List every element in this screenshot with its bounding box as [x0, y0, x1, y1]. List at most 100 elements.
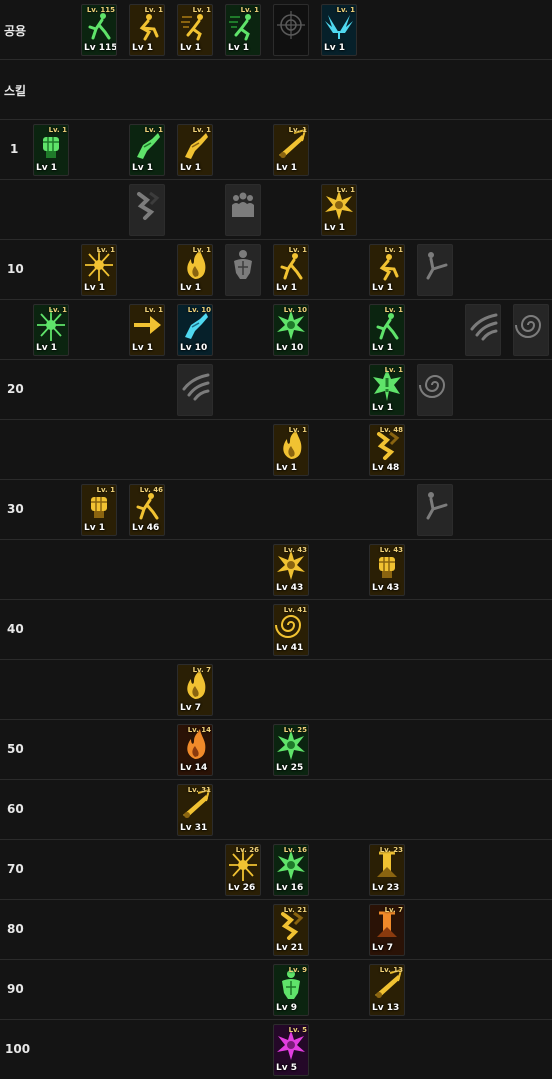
skill-slot[interactable]: Lv. 1 Lv 1	[369, 304, 405, 356]
wind-icon	[470, 313, 498, 341]
skill-row: 90 Lv. 9 Lv 9 Lv. 13 Lv 13	[0, 960, 552, 1020]
skill-level-badge: Lv. 14	[187, 726, 211, 734]
skill-slot[interactable]	[273, 4, 309, 56]
skill-level-label: Lv 5	[276, 1063, 297, 1073]
skill-level-label: Lv 1	[132, 343, 153, 353]
skill-level-badge: Lv. 21	[283, 906, 307, 914]
skill-level-badge: Lv. 1	[384, 246, 403, 254]
skill-slot[interactable]: Lv. 1 Lv 1	[321, 184, 357, 236]
skill-level-badge: Lv. 1	[384, 366, 403, 374]
skill-row: Lv. 1 Lv 1 Lv. 48 Lv 48	[0, 420, 552, 480]
skill-slot[interactable]: Lv. 1 Lv 1	[81, 484, 117, 536]
skill-slot[interactable]: Lv. 1 Lv 1	[177, 244, 213, 296]
skill-slot[interactable]: Lv. 16 Lv 16	[273, 844, 309, 896]
level-label: 60	[7, 802, 24, 816]
skill-slot[interactable]: Lv. 7 Lv 7	[177, 664, 213, 716]
skill-slot[interactable]: Lv. 1 Lv 1	[273, 244, 309, 296]
skill-row: 50 Lv. 14 Lv 14 Lv. 25 Lv 25	[0, 720, 552, 780]
skill-slot[interactable]: Lv. 48 Lv 48	[369, 424, 405, 476]
skill-level-label: Lv 115	[84, 43, 117, 53]
skill-level-badge: Lv. 1	[288, 246, 307, 254]
skill-slot[interactable]: Lv. 43 Lv 43	[369, 544, 405, 596]
skill-slot[interactable]: Lv. 1 Lv 1	[33, 124, 69, 176]
skill-row: 10 Lv. 1 Lv 1 Lv. 1 Lv 1 Lv. 1 Lv 1 Lv. 1 Lv 1	[0, 240, 552, 300]
skill-slot[interactable]	[417, 484, 453, 536]
skill-level-label: Lv 31	[180, 823, 208, 833]
skill-row: Lv. 1 Lv 1	[0, 180, 552, 240]
skill-level-label: Lv 1	[324, 43, 345, 53]
skill-slot[interactable]: Lv. 1 Lv 1	[273, 124, 309, 176]
skill-slot[interactable]	[465, 304, 501, 356]
skill-level-badge: Lv. 115	[86, 6, 115, 14]
skill-level-label: Lv 1	[276, 283, 297, 293]
skill-level-badge: Lv. 1	[288, 426, 307, 434]
skill-level-label: Lv 1	[276, 163, 297, 173]
skill-slot[interactable]: Lv. 25 Lv 25	[273, 724, 309, 776]
skill-slot[interactable]: Lv. 1 Lv 1	[129, 304, 165, 356]
skill-level-label: Lv 25	[276, 763, 304, 773]
skill-slot[interactable]: Lv. 41 Lv 41	[273, 604, 309, 656]
skill-slot[interactable]	[417, 244, 453, 296]
skill-level-badge: Lv. 10	[283, 306, 307, 314]
skill-slot[interactable]: Lv. 46 Lv 46	[129, 484, 165, 536]
skill-slot[interactable]: Lv. 1 Lv 1	[321, 4, 357, 56]
skill-slot[interactable]: Lv. 10 Lv 10	[177, 304, 213, 356]
skill-slot[interactable]: Lv. 5 Lv 5	[273, 1024, 309, 1076]
skill-level-label: Lv 14	[180, 763, 208, 773]
skill-level-label: Lv 21	[276, 943, 304, 953]
skill-level-badge: Lv. 9	[288, 966, 307, 974]
skill-level-label: Lv 1	[132, 163, 153, 173]
skill-slot[interactable]: Lv. 43 Lv 43	[273, 544, 309, 596]
level-label: 20	[7, 382, 24, 396]
skill-slot[interactable]	[225, 184, 261, 236]
skill-slot[interactable]: Lv. 10 Lv 10	[273, 304, 309, 356]
skill-slot[interactable]: Lv. 1 Lv 1	[33, 304, 69, 356]
skill-level-badge: Lv. 1	[144, 6, 163, 14]
skill-slot[interactable]: Lv. 1 Lv 1	[177, 4, 213, 56]
skill-level-label: Lv 1	[180, 43, 201, 53]
skill-slot[interactable]: Lv. 31 Lv 31	[177, 784, 213, 836]
skill-slot[interactable]	[225, 244, 261, 296]
skill-slot[interactable]: Lv. 9 Lv 9	[273, 964, 309, 1016]
skill-row: 40 Lv. 41 Lv 41	[0, 600, 552, 660]
crosshair-icon	[277, 11, 305, 39]
skill-level-label: Lv 1	[180, 163, 201, 173]
skill-slot[interactable]: Lv. 1 Lv 1	[129, 4, 165, 56]
skill-level-label: Lv 26	[228, 883, 256, 893]
skill-level-label: Lv 23	[372, 883, 400, 893]
skill-slot[interactable]	[417, 364, 453, 416]
chain-icon	[137, 191, 160, 220]
skill-level-label: Lv 10	[180, 343, 208, 353]
skill-slot[interactable]: Lv. 7 Lv 7	[369, 904, 405, 956]
skill-level-badge: Lv. 7	[192, 666, 211, 674]
skill-slot[interactable]: Lv. 1 Lv 1	[129, 124, 165, 176]
skill-slot[interactable]: Lv. 1 Lv 1	[369, 364, 405, 416]
skill-level-label: Lv 41	[276, 643, 304, 653]
skill-row: 70 Lv. 26 Lv 26 Lv. 16 Lv 16 Lv. 23 Lv 23	[0, 840, 552, 900]
skill-slot[interactable]: Lv. 21 Lv 21	[273, 904, 309, 956]
skill-slot[interactable]: Lv. 23 Lv 23	[369, 844, 405, 896]
skill-slot[interactable]: Lv. 115 Lv 115	[81, 4, 117, 56]
skill-level-label: Lv 10	[276, 343, 304, 353]
skill-level-label: Lv 1	[180, 283, 201, 293]
skill-slot[interactable]	[129, 184, 165, 236]
skill-slot[interactable]: Lv. 1 Lv 1	[81, 244, 117, 296]
skill-row: Lv. 7 Lv 7	[0, 660, 552, 720]
wind-icon	[182, 373, 210, 401]
skill-level-badge: Lv. 1	[48, 306, 67, 314]
skill-slot[interactable]	[177, 364, 213, 416]
skill-slot[interactable]: Lv. 1 Lv 1	[369, 244, 405, 296]
skill-slot[interactable]	[513, 304, 549, 356]
skill-slot[interactable]: Lv. 26 Lv 26	[225, 844, 261, 896]
skill-slot[interactable]: Lv. 1 Lv 1	[177, 124, 213, 176]
level-label: 스킬	[4, 84, 27, 98]
skill-slot[interactable]: Lv. 13 Lv 13	[369, 964, 405, 1016]
skill-level-label: Lv 1	[372, 403, 393, 413]
skill-slot[interactable]: Lv. 14 Lv 14	[177, 724, 213, 776]
skill-level-badge: Lv. 46	[139, 486, 163, 494]
skill-level-label: Lv 1	[324, 223, 345, 233]
skill-slot[interactable]: Lv. 1 Lv 1	[273, 424, 309, 476]
skill-level-badge: Lv. 31	[187, 786, 211, 794]
skill-level-badge: Lv. 16	[283, 846, 307, 854]
skill-slot[interactable]: Lv. 1 Lv 1	[225, 4, 261, 56]
